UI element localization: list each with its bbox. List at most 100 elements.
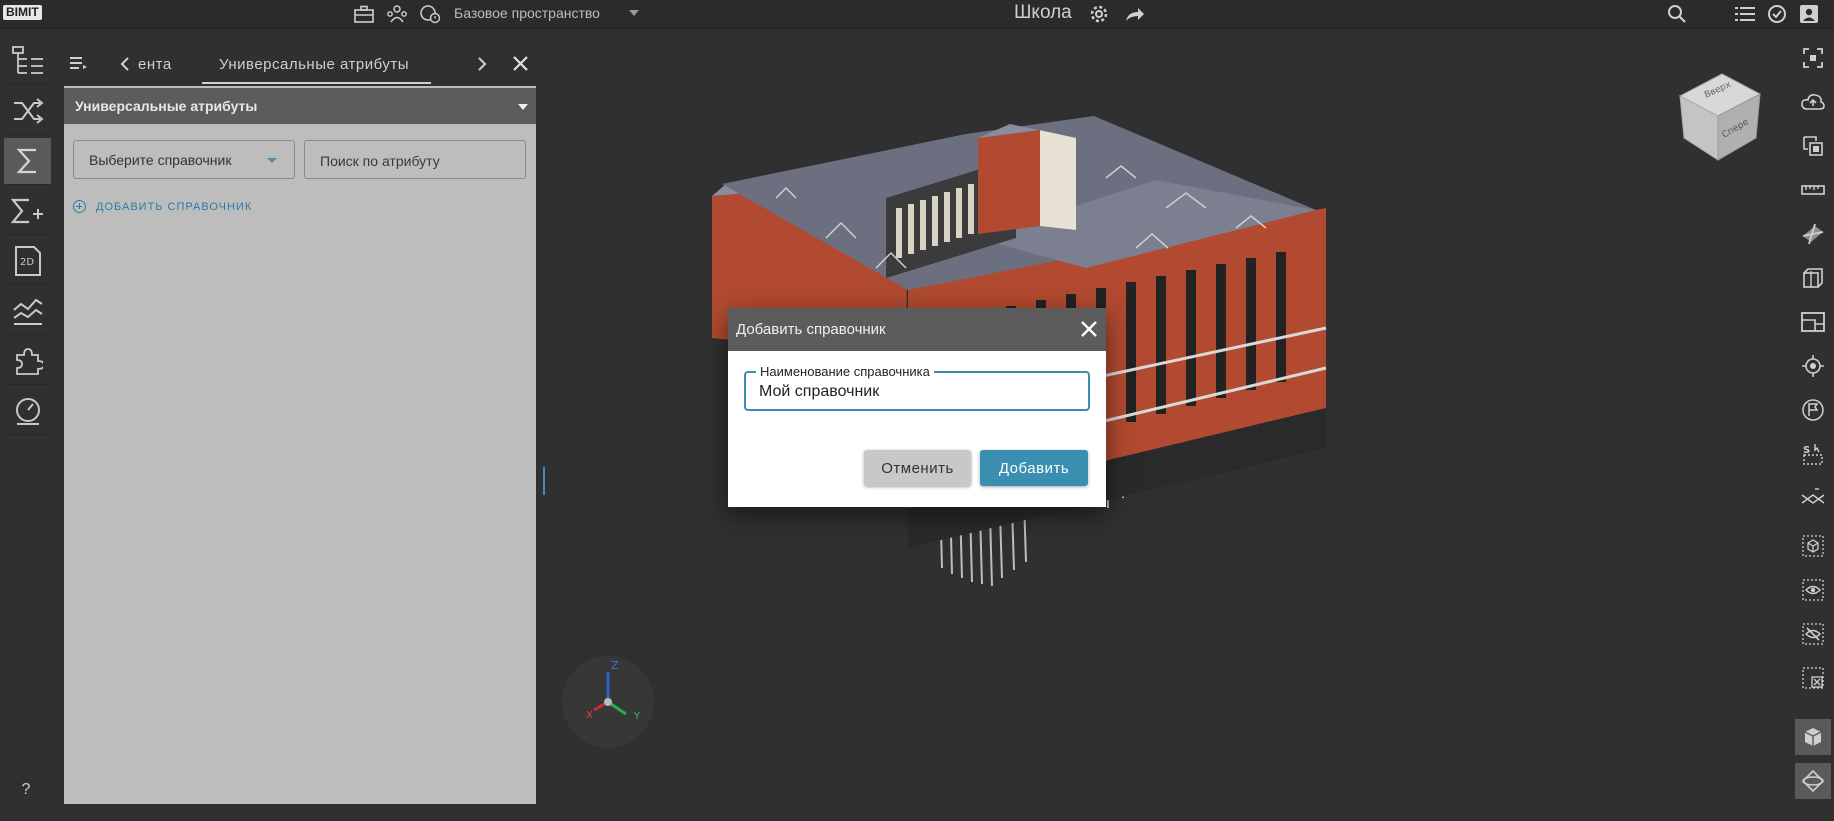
charts-button[interactable] [4, 288, 51, 335]
add-directory-link[interactable]: ДОБАВИТЬ СПРАВОЧНИК [73, 200, 252, 213]
ruler-icon [1801, 185, 1825, 195]
axis-x-label: X [586, 710, 593, 721]
fit-view-icon [1803, 136, 1823, 156]
clash-button[interactable] [1795, 480, 1831, 516]
puzzle-icon [15, 348, 43, 375]
shuffle-icon [13, 98, 44, 124]
directory-name-field[interactable]: Наименование справочника [744, 364, 1090, 411]
add-directory-dialog: Добавить справочник Наименование справоч… [728, 308, 1106, 507]
left-tool-rail: 2D [0, 38, 53, 816]
add-attribute-button[interactable] [4, 188, 51, 235]
shuffle-button[interactable] [4, 88, 51, 135]
selection-set-icon: S [1803, 444, 1823, 465]
section-box-button[interactable] [1795, 260, 1831, 296]
eye-off-icon [1802, 623, 1824, 645]
top-bar: BIMIT Базовое пространство Школа [0, 0, 1834, 29]
orbit-icon [1801, 769, 1825, 793]
directory-select[interactable]: Выберите справочник [73, 140, 295, 179]
markers-button[interactable] [1795, 392, 1831, 428]
orbit-mode-button[interactable] [1795, 763, 1831, 799]
selection-set-button[interactable]: S [1795, 436, 1831, 472]
gauge-icon [15, 398, 40, 425]
fit-view-button[interactable] [1795, 128, 1831, 164]
shaded-cube-icon [1804, 728, 1822, 746]
dialog-header: Добавить справочник [728, 308, 1106, 351]
show-button[interactable] [1795, 572, 1831, 608]
close-icon[interactable] [513, 56, 528, 71]
team-icon[interactable] [386, 3, 408, 25]
section-plane-icon [1802, 223, 1824, 245]
plugins-button[interactable] [4, 338, 51, 385]
cloud-icon [1801, 94, 1825, 110]
axis-y-label: Y [633, 711, 641, 722]
section-header[interactable]: Универсальные атрибуты [64, 88, 536, 124]
user-account-icon[interactable] [1798, 3, 1820, 25]
attribute-search-input[interactable] [320, 151, 510, 171]
project-title: Школа [1014, 2, 1072, 23]
section-box-icon [1803, 268, 1823, 288]
panel-resize-handle[interactable] [543, 467, 545, 495]
axis-z-label: Z [611, 659, 619, 672]
notifications-icon[interactable] [1766, 3, 1788, 25]
focus-icon [1803, 48, 1823, 68]
cancel-button[interactable]: Отменить [864, 450, 971, 486]
directory-name-label: Наименование справочника [756, 364, 934, 379]
tab-universal-attributes[interactable]: Универсальные атрибуты [219, 56, 409, 73]
add-circle-icon [73, 200, 86, 213]
chevron-down-icon [267, 158, 277, 163]
close-icon[interactable] [1080, 320, 1098, 338]
2d-document-icon: 2D [14, 246, 41, 276]
panel-tabs-bar: ента Универсальные атрибуты [64, 38, 536, 86]
app-logo: BIMIT [3, 5, 42, 20]
focus-button[interactable] [1795, 40, 1831, 76]
sigma-plus-icon [10, 198, 43, 224]
active-tab-indicator [202, 82, 431, 84]
view-cube[interactable]: Вверх Спере [1678, 73, 1762, 161]
universal-attributes-button[interactable] [4, 138, 51, 185]
add-button[interactable]: Добавить [980, 450, 1088, 486]
hide-button[interactable] [1795, 616, 1831, 652]
list-icon[interactable] [1734, 3, 1756, 25]
shading-mode-button[interactable] [1795, 719, 1831, 755]
space-history-icon[interactable] [419, 3, 441, 25]
search-icon[interactable] [1666, 3, 1688, 25]
line-chart-icon [12, 298, 43, 325]
right-tool-rail: S [1791, 38, 1834, 816]
section-plane-button[interactable] [1795, 216, 1831, 252]
directory-name-input[interactable] [759, 382, 1069, 402]
chevron-down-icon[interactable] [518, 104, 528, 110]
space-select[interactable]: Базовое пространство [454, 5, 600, 21]
share-icon[interactable] [1124, 3, 1146, 25]
eye-icon [1802, 579, 1824, 601]
help-button[interactable]: ? [16, 781, 36, 801]
menu-icon[interactable] [70, 56, 88, 70]
clear-selection-icon [1802, 667, 1824, 689]
chevron-right-icon[interactable] [477, 57, 487, 71]
svg-text:2D: 2D [20, 257, 34, 268]
attribute-search[interactable] [304, 140, 526, 179]
tree-icon [11, 46, 43, 74]
briefcase-icon[interactable] [353, 3, 375, 25]
section-title: Универсальные атрибуты [75, 98, 258, 114]
dialog-title: Добавить справочник [736, 321, 886, 338]
attributes-panel: ента Универсальные атрибуты Универсальны… [64, 38, 536, 804]
locate-button[interactable] [1795, 348, 1831, 384]
dashboard-button[interactable] [4, 388, 51, 435]
measure-button[interactable] [1795, 172, 1831, 208]
isolate-button[interactable] [1795, 528, 1831, 564]
tab-elements[interactable]: ента [138, 56, 194, 73]
add-directory-label: ДОБАВИТЬ СПРАВОЧНИК [96, 200, 253, 213]
isolate-cube-icon [1802, 535, 1824, 557]
crosshair-icon [1802, 355, 1824, 377]
chevron-left-icon[interactable] [120, 57, 130, 71]
chevron-down-icon[interactable] [629, 10, 639, 16]
floor-plan-button[interactable] [1795, 304, 1831, 340]
drawings-2d-button[interactable]: 2D [4, 238, 51, 285]
clear-selection-button[interactable] [1795, 660, 1831, 696]
gear-icon[interactable] [1088, 3, 1110, 25]
cloud-upload-button[interactable] [1795, 84, 1831, 120]
sigma-icon [16, 148, 36, 174]
floor-plan-icon [1801, 312, 1825, 332]
model-tree-button[interactable] [4, 38, 51, 85]
directory-select-value: Выберите справочник [89, 152, 232, 168]
